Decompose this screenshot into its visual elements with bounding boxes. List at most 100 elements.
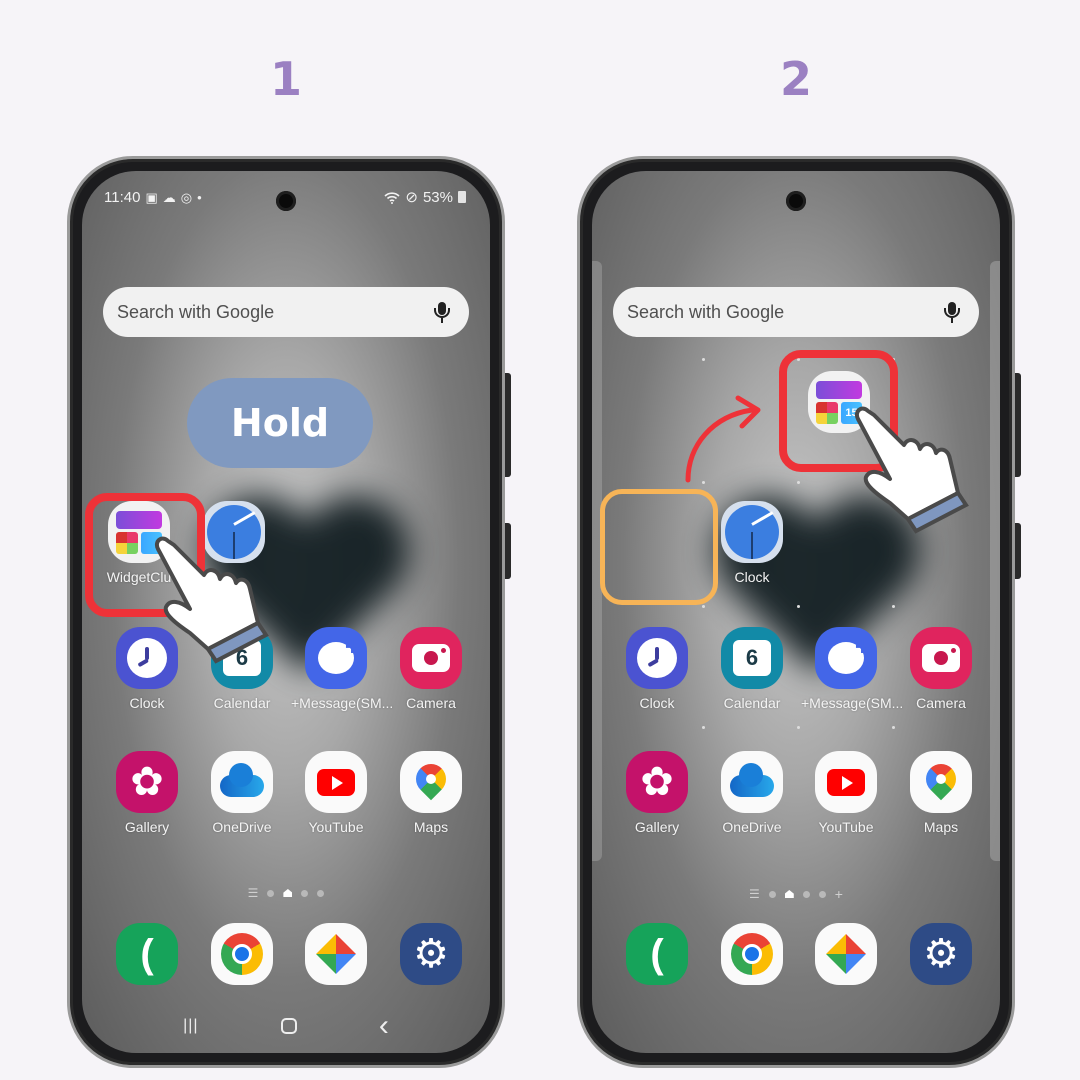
battery-icon [458,191,466,203]
dot-icon: • [197,189,202,205]
step-number-2: 2 [779,52,812,106]
app-label: Clock [734,569,770,585]
power-button [505,523,511,579]
app-onedrive[interactable]: OneDrive [707,751,797,835]
page-dot [317,889,325,897]
home-button[interactable] [280,1018,297,1034]
menu-lines-icon: ☰ [247,886,259,900]
search-placeholder: Search with Google [627,301,785,322]
dock-chrome[interactable] [707,923,797,985]
dock-chrome[interactable] [197,923,287,985]
app-label: YouTube [818,819,874,835]
calendar-date: 6 [733,640,771,676]
youtube-icon [815,751,877,813]
move-arrow-icon [685,395,761,483]
dock-settings[interactable]: ⚙ [896,923,986,985]
page-dot [818,890,826,898]
grid-dot [797,605,800,608]
app-message[interactable]: +Message(SM... [291,627,394,711]
volume-button [505,373,511,477]
empty-slot-frame [600,489,718,605]
page-dot [802,890,810,898]
status-time: 11:40 [104,188,141,206]
app-label: +Message(SM... [291,695,394,711]
app-gallery[interactable]: ✿ Gallery [612,751,702,835]
back-button[interactable]: ‹ [379,1009,389,1043]
app-camera[interactable]: Camera [896,627,986,711]
app-label: Calendar [213,695,271,711]
page-dot [267,889,275,897]
chrome-icon [211,923,273,985]
app-google-clock[interactable]: Clock [707,501,797,585]
app-label: +Message(SM... [801,695,904,711]
status-bar: 11:40 ▣ ☁ ◎ • ⊘ 53% [104,187,466,207]
navigation-bar: ||| ‹ [82,1009,490,1043]
sync-icon: ◎ [180,189,193,205]
app-youtube[interactable]: YouTube [291,751,381,835]
app-label: Camera [406,695,456,711]
camera-icon [910,627,972,689]
app-label: YouTube [308,819,364,835]
photos-icon [305,923,367,985]
recents-button[interactable]: ||| [183,1017,198,1035]
app-label: Maps [413,819,449,835]
mic-icon[interactable] [941,300,963,324]
page-dot [301,889,309,897]
home-screen: 11:40 ▣ ☁ ◎ • ⊘ 53% Search with Google H… [82,171,490,1053]
add-page-icon[interactable]: + [835,886,843,902]
app-label: OneDrive [722,819,782,835]
phone-icon: ( [626,923,688,985]
home-page-icon [784,890,794,898]
menu-lines-icon: ☰ [749,887,760,901]
maps-icon [400,751,462,813]
page-indicator[interactable]: ☰ [82,886,490,900]
search-placeholder: Search with Google [117,301,275,322]
dock-phone[interactable]: ( [102,923,192,985]
dock-photos[interactable] [291,923,381,985]
step-number-1: 1 [269,52,302,106]
hold-hint-label: Hold [187,378,373,468]
camera-icon [400,627,462,689]
app-label: OneDrive [212,819,272,835]
grid-dot [702,605,705,608]
power-button [1015,523,1021,579]
mic-icon[interactable] [431,300,453,324]
grid-dot [892,605,895,608]
app-message[interactable]: +Message(SM... [801,627,904,711]
message-icon [305,627,367,689]
next-page-edge[interactable] [990,261,1000,861]
app-label: Calendar [723,695,781,711]
dock-phone[interactable]: ( [612,923,702,985]
front-camera [786,191,806,211]
app-label: Gallery [124,819,170,835]
grid-dot [892,726,895,729]
app-label: Clock [129,695,165,711]
home-page-icon [283,889,293,897]
gallery-icon: ✿ [626,751,688,813]
wifi-icon [384,191,400,204]
settings-icon: ⚙ [910,923,972,985]
settings-icon: ⚙ [400,923,462,985]
page-indicator[interactable]: ☰ + [592,886,1000,902]
home-screen-edit-mode: Search with Google 15 Clock Clock 6 Cale… [592,171,1000,1053]
weather-icon: ☁ [162,189,176,205]
app-gallery[interactable]: ✿ Gallery [102,751,192,835]
grid-dot [702,726,705,729]
calendar-icon: 6 [721,627,783,689]
google-search-bar[interactable]: Search with Google [103,287,469,337]
google-search-bar[interactable]: Search with Google [613,287,979,337]
app-youtube[interactable]: YouTube [801,751,891,835]
app-maps[interactable]: Maps [896,751,986,835]
onedrive-icon [721,751,783,813]
app-clock[interactable]: Clock [612,627,702,711]
app-calendar[interactable]: 6 Calendar [707,627,797,711]
dock-settings[interactable]: ⚙ [386,923,476,985]
app-maps[interactable]: Maps [386,751,476,835]
volume-button [1015,373,1021,477]
message-icon [815,627,877,689]
app-camera[interactable]: Camera [386,627,476,711]
grid-dot [702,358,705,361]
grid-dot [797,726,800,729]
app-onedrive[interactable]: OneDrive [197,751,287,835]
dock-photos[interactable] [801,923,891,985]
